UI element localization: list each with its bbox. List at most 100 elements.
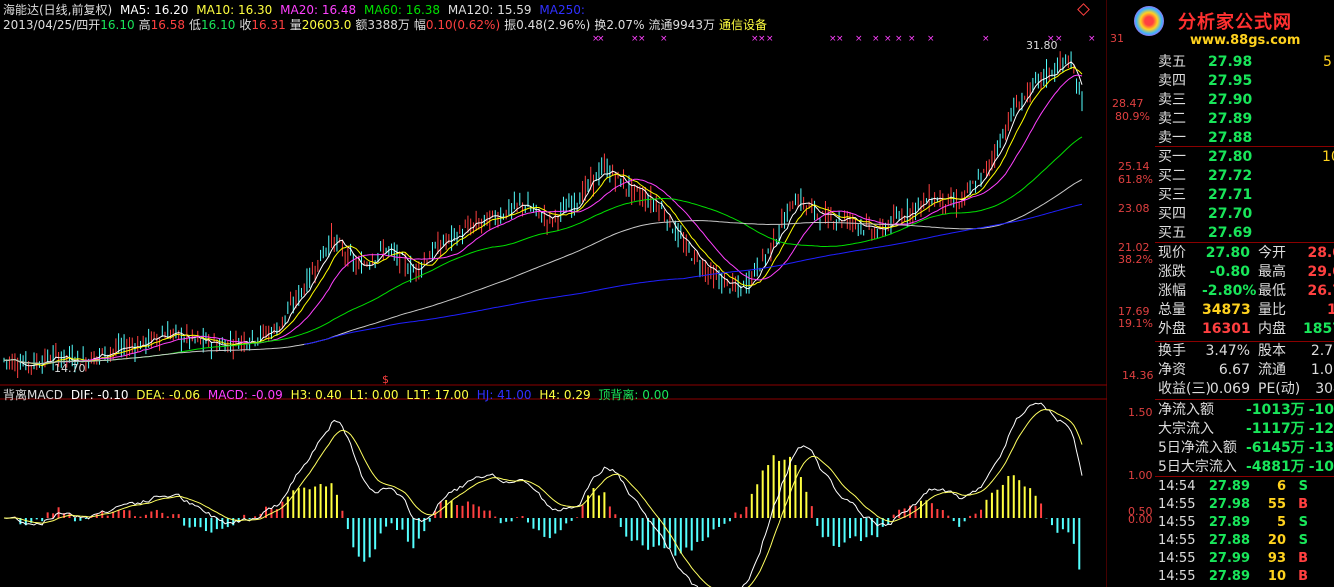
signal-mark: ×: [855, 34, 863, 44]
quote-label: 总量: [1158, 302, 1186, 318]
tick-volume: 10: [1267, 569, 1286, 584]
quote-value: 29.0: [1307, 264, 1334, 280]
tick-price: 27.98: [1208, 497, 1250, 512]
quote-row: 涨跌 -0.80 最高 29.0: [1158, 263, 1334, 282]
quote-label: 现价: [1158, 245, 1186, 261]
bid-row: 买三 27.71: [1158, 186, 1278, 205]
quote-row: 涨幅 -2.80%最低 26.7: [1158, 282, 1334, 301]
axis-label-1436: 14.36: [1122, 369, 1154, 382]
quote-value: 28.0: [1307, 245, 1334, 261]
ma5-line: [3, 61, 1083, 367]
macd-hj: HJ: 41.00: [476, 388, 532, 402]
quote-label: 换手: [1158, 343, 1186, 359]
axis-label-191: 19.1%: [1118, 317, 1153, 330]
quote-value: 1.00: [1310, 362, 1334, 378]
axis-label-618: 61.8%: [1118, 173, 1153, 186]
bid-vol: 10: [1322, 149, 1334, 165]
macd-l1: L1: 0.00: [349, 388, 399, 402]
flow-value: -1117万: [1246, 421, 1305, 437]
quote-label: 外盘: [1158, 321, 1186, 337]
quote-value: 1.: [1326, 302, 1334, 318]
ask-row: 卖二 27.89: [1158, 110, 1278, 129]
axis-label-809: 80.9%: [1115, 110, 1150, 123]
macd-h4: H4: 0.29: [539, 388, 591, 402]
ma10-line: [3, 66, 1083, 367]
macd-h3: H3: 0.40: [290, 388, 342, 402]
signal-s-mark: $: [382, 373, 389, 386]
tick-side: B: [1298, 569, 1308, 584]
price-chart-svg: ×× × × × × × × × × × × × × × × × × × ×$: [0, 0, 1107, 587]
tick-volume: 20: [1267, 533, 1286, 548]
kline-chart-area[interactable]: 海能达(日线,前复权) MA5: 16.20 MA10: 16.30 MA20:…: [0, 0, 1154, 587]
signal-mark: ×: [982, 34, 990, 44]
tick-row: 14:55 27.89 5 S: [1158, 514, 1308, 532]
tick-side: S: [1298, 533, 1308, 548]
divider: [1155, 399, 1334, 400]
flow-label: 大宗流入: [1158, 421, 1214, 437]
quote-label: 最高: [1258, 264, 1286, 280]
tick-row: 14:54 27.89 6 S: [1158, 478, 1308, 496]
tick-price: 27.88: [1208, 533, 1250, 548]
signal-mark: ×: [766, 34, 774, 44]
tick-side: S: [1298, 479, 1308, 494]
quote-label: 流通: [1258, 362, 1286, 378]
flow-value: -1013万: [1246, 402, 1305, 418]
flow-value: -10: [1308, 459, 1334, 475]
signal-mark: ×: [895, 34, 903, 44]
quote-value: 2.78: [1310, 343, 1334, 359]
tick-price: 27.89: [1208, 569, 1250, 584]
flow-value: -6145万: [1246, 440, 1305, 456]
quote-value: -2.80%: [1202, 283, 1257, 299]
signal-mark: ×: [908, 34, 916, 44]
tick-price: 27.89: [1208, 515, 1250, 530]
macd-name: 背离MACD: [3, 388, 63, 402]
macd-divergence: 顶背离: 0.00: [598, 388, 669, 402]
ask-row: 卖四 27.95: [1158, 72, 1278, 91]
quote-row: 大宗流入 -1117万 -12: [1158, 420, 1334, 439]
quote-value: 304: [1315, 381, 1334, 397]
quote-label: 内盘: [1258, 321, 1286, 337]
site-logo: 分析家公式网 www.88gs.com: [1112, 2, 1334, 52]
tick-row: 14:55 27.88 20 S: [1158, 532, 1308, 550]
dif-line: [3, 402, 1083, 587]
macd-dif: DIF: -0.10: [70, 388, 129, 402]
ask-label: 卖四: [1158, 73, 1186, 89]
macd-l1t: L1T: 17.00: [406, 388, 469, 402]
tick-time: 14:54: [1158, 479, 1196, 494]
bid-price: 27.69: [1208, 225, 1253, 241]
signal-mark: ×: [1088, 34, 1096, 44]
bid-label: 买一: [1158, 149, 1186, 165]
ma20-line: [3, 74, 1083, 365]
ask-label: 卖三: [1158, 92, 1186, 108]
flower-logo-icon: [1134, 6, 1164, 36]
tick-row: 14:55 27.89 10 B: [1158, 568, 1308, 586]
quote-label: PE(动): [1258, 381, 1301, 397]
signal-mark: ×: [927, 34, 935, 44]
tick-side: S: [1298, 515, 1308, 530]
tick-row: 14:55 27.99 93 B: [1158, 550, 1308, 568]
quote-row: 总量 34873 量比 1.: [1158, 301, 1334, 320]
quote-value: 1857: [1303, 321, 1334, 337]
signal-mark: ×: [836, 34, 844, 44]
ask-price: 27.95: [1208, 73, 1253, 89]
quote-row: 收益(三)0.069 PE(动) 304: [1158, 380, 1334, 399]
macd-axis-000: 0.00: [1128, 513, 1153, 526]
macd-axis-100: 1.00: [1128, 469, 1153, 482]
bid-row: 买五 27.69: [1158, 224, 1278, 243]
tick-price: 27.89: [1208, 479, 1250, 494]
quote-value: 3.47%: [1205, 343, 1250, 359]
tick-volume: 55: [1267, 497, 1286, 512]
tick-side: B: [1298, 497, 1308, 512]
quote-value: -0.80: [1209, 264, 1250, 280]
bid-row: 买四 27.70: [1158, 205, 1278, 224]
axis-label-382: 38.2%: [1118, 253, 1153, 266]
quote-row: 换手 3.47% 股本 2.78: [1158, 342, 1334, 361]
quote-value: 27.80: [1205, 245, 1250, 261]
bid-label: 买二: [1158, 168, 1186, 184]
ask-price: 27.89: [1208, 111, 1253, 127]
quote-value: 34873: [1202, 302, 1251, 318]
signal-mark: ×: [597, 34, 605, 44]
quote-row: 5日大宗流入 -4881万 -10: [1158, 458, 1334, 477]
divider: [1155, 476, 1334, 477]
flow-label: 净流入额: [1158, 402, 1214, 418]
